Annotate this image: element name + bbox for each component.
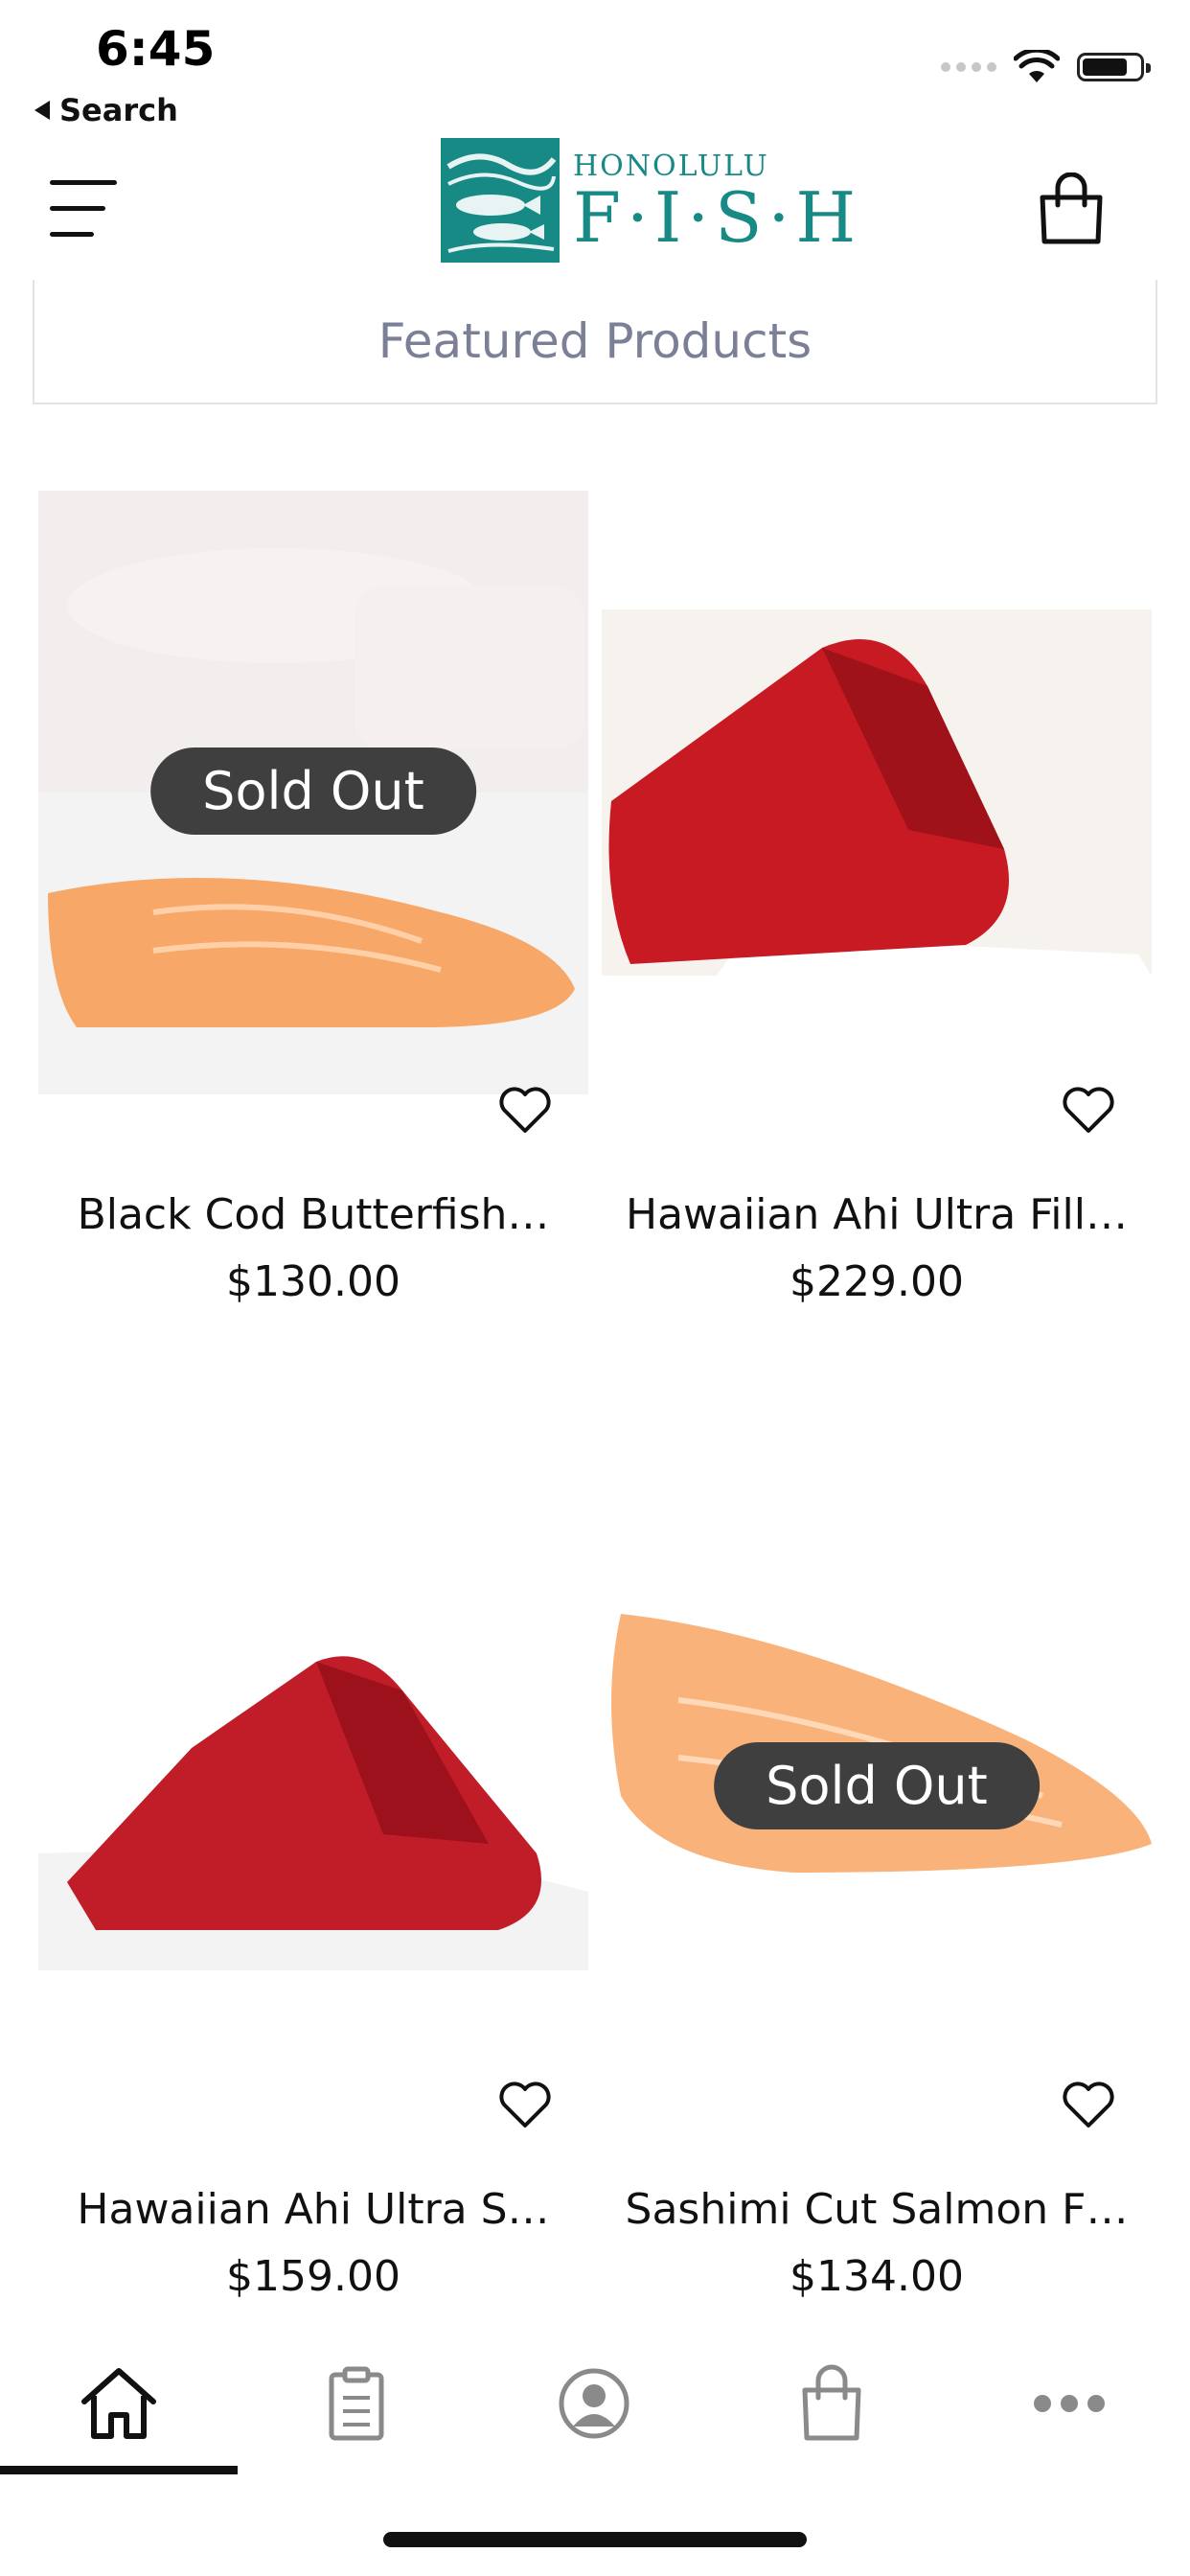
product-price: $229.00 [790, 1257, 964, 1306]
more-icon [1034, 2395, 1105, 2412]
product-card[interactable]: Sold Out Black Cod Butterfish… $130.00 [38, 491, 588, 1315]
active-tab-indicator [0, 2466, 238, 2474]
product-name[interactable]: Black Cod Butterfish… [38, 1190, 588, 1239]
product-card[interactable]: Hawaiian Ahi Ultra Fill… $229.00 [602, 491, 1152, 1315]
product-card[interactable]: Sold Out Sashimi Cut Salmon F… $134.00 [602, 1485, 1152, 2310]
bottom-tab-bar [0, 2310, 1190, 2472]
heart-icon[interactable] [498, 1087, 552, 1135]
status-indicators [941, 50, 1151, 84]
sold-out-badge: Sold Out [714, 1742, 1040, 1829]
back-arrow-icon [34, 101, 50, 120]
back-label: Search [59, 92, 178, 128]
profile-icon [559, 2368, 629, 2439]
wifi-icon [1014, 50, 1060, 82]
logo-text-bottom: F·I·S·H [573, 176, 862, 258]
home-icon [81, 2368, 156, 2439]
battery-icon [1077, 53, 1151, 81]
product-card[interactable]: Hawaiian Ahi Ultra S… $159.00 [38, 1485, 588, 2310]
featured-products-header: Featured Products [33, 280, 1157, 404]
sold-out-badge: Sold Out [150, 748, 476, 835]
product-name[interactable]: Sashimi Cut Salmon F… [602, 2185, 1152, 2234]
honolulu-fish-logo[interactable]: HONOLULU F·I·S·H [441, 138, 861, 263]
heart-icon[interactable] [1062, 2082, 1115, 2129]
orders-icon [329, 2366, 384, 2441]
tab-profile[interactable] [475, 2363, 713, 2459]
home-indicator[interactable] [383, 2532, 807, 2547]
menu-button[interactable] [50, 180, 117, 238]
product-name[interactable]: Hawaiian Ahi Ultra S… [38, 2185, 588, 2234]
logo-fish-icon [441, 138, 560, 263]
product-price: $134.00 [790, 2252, 964, 2301]
heart-icon[interactable] [498, 2082, 552, 2129]
shopping-bag-icon [1040, 172, 1103, 244]
tab-orders[interactable] [238, 2363, 475, 2459]
product-image[interactable] [602, 610, 1152, 976]
tab-bag[interactable] [713, 2363, 950, 2459]
heart-icon[interactable] [1062, 1087, 1115, 1135]
cart-button[interactable] [1035, 172, 1108, 245]
section-title: Featured Products [378, 313, 812, 369]
back-to-search-button[interactable]: Search [34, 92, 178, 128]
product-name[interactable]: Hawaiian Ahi Ultra Fill… [602, 1190, 1152, 1239]
status-time: 6:45 [96, 21, 216, 77]
product-image[interactable] [38, 1604, 588, 1970]
product-price: $130.00 [226, 1257, 400, 1306]
product-price: $159.00 [226, 2252, 400, 2301]
tab-home[interactable] [0, 2363, 238, 2459]
bag-icon [802, 2364, 861, 2441]
tab-more[interactable] [950, 2363, 1188, 2459]
cellular-signal-icon [941, 62, 996, 72]
